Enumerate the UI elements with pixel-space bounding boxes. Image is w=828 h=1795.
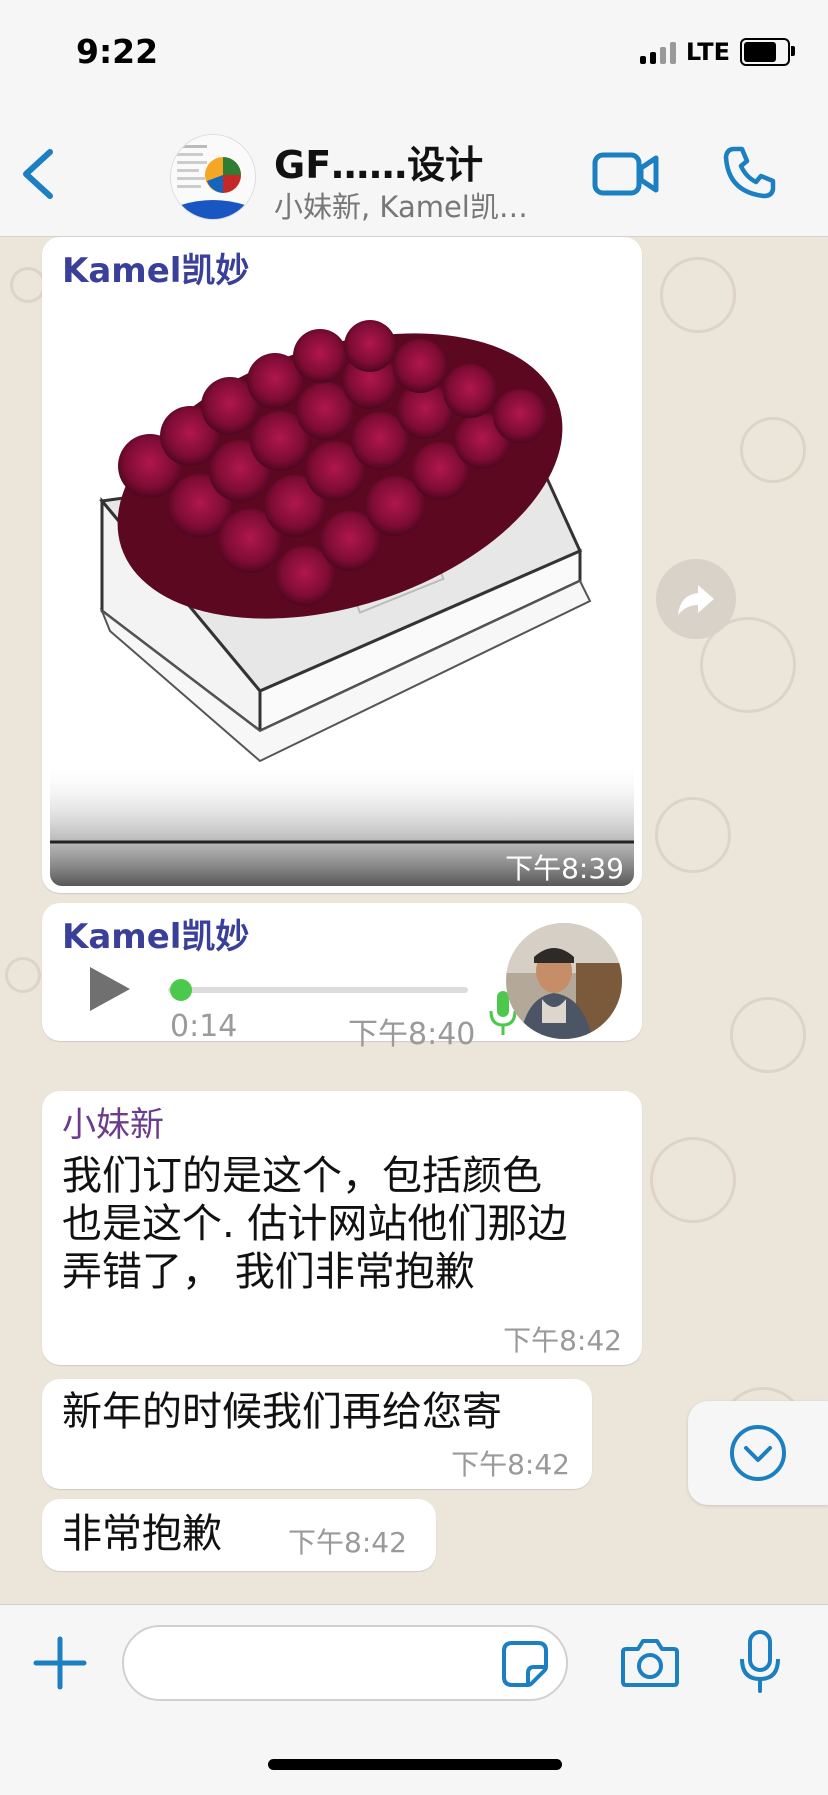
sender-avatar[interactable] bbox=[506, 923, 622, 1039]
status-time: 9:22 bbox=[76, 32, 159, 71]
forward-arrow-icon bbox=[678, 585, 714, 615]
wallpaper-doodle bbox=[660, 257, 736, 333]
group-avatar-image bbox=[171, 135, 255, 219]
chevron-down-icon bbox=[730, 1425, 786, 1481]
voice-duration: 0:14 bbox=[170, 1009, 238, 1044]
message-time: 下午8:42 bbox=[451, 1448, 570, 1481]
message-sender: Kamel凯妙 bbox=[62, 917, 250, 957]
home-indicator bbox=[268, 1759, 562, 1770]
back-chevron-icon[interactable] bbox=[18, 148, 58, 200]
message-bubble-voice[interactable]: Kamel凯妙 0:14 下午8:40 bbox=[42, 903, 642, 1052]
photo-attachment[interactable] bbox=[50, 301, 634, 886]
message-text-line: 也是这个. 估计网站他们那边 bbox=[62, 1201, 568, 1247]
play-icon[interactable] bbox=[88, 965, 132, 1013]
message-sender: 小妹新 bbox=[62, 1105, 164, 1145]
message-bubble-text[interactable]: 非常抱歉 下午8:42 bbox=[42, 1499, 436, 1571]
message-text-line: 弄错了， 我们非常抱歉 bbox=[62, 1249, 475, 1295]
chat-members[interactable]: 小妹新, Kamel凯… bbox=[274, 184, 528, 226]
message-text-line: 我们订的是这个，包括颜色 bbox=[62, 1153, 542, 1199]
camera-icon[interactable] bbox=[620, 1635, 680, 1689]
message-text-line: 新年的时候我们再给您寄 bbox=[62, 1389, 502, 1435]
wallpaper-doodle bbox=[5, 957, 41, 993]
rose-box-photo bbox=[50, 301, 634, 886]
plus-icon[interactable] bbox=[32, 1635, 88, 1691]
chat-header: GF……设计 小妹新, Kamel凯… bbox=[0, 100, 828, 237]
signal-icon bbox=[639, 40, 676, 64]
video-call-icon[interactable] bbox=[592, 150, 660, 198]
network-type: LTE bbox=[685, 38, 730, 66]
wallpaper-doodle bbox=[650, 1137, 736, 1223]
chat-title[interactable]: GF……设计 bbox=[274, 134, 483, 189]
sticker-icon[interactable] bbox=[500, 1639, 550, 1689]
message-list[interactable]: Kamel凯妙 下午8:39 Kamel凯妙 0:14 下午8:40 小妹新 我… bbox=[0, 237, 828, 1603]
message-time: 下午8:42 bbox=[288, 1526, 407, 1559]
voice-call-icon[interactable] bbox=[722, 144, 778, 200]
message-bubble-text[interactable]: 新年的时候我们再给您寄 下午8:42 bbox=[42, 1379, 592, 1489]
wallpaper-doodle bbox=[10, 267, 46, 303]
wallpaper-doodle bbox=[740, 417, 806, 483]
forward-button[interactable] bbox=[656, 559, 736, 639]
message-sender: Kamel凯妙 bbox=[62, 251, 250, 291]
message-time: 下午8:40 bbox=[348, 1017, 476, 1052]
voice-progress-track[interactable] bbox=[168, 987, 468, 993]
battery-icon bbox=[740, 38, 795, 66]
status-bar: 9:22 LTE bbox=[0, 0, 828, 100]
status-indicators: LTE bbox=[639, 38, 795, 66]
message-time: 下午8:42 bbox=[503, 1324, 622, 1357]
wallpaper-doodle bbox=[655, 797, 731, 873]
group-avatar[interactable] bbox=[170, 134, 256, 220]
message-composer bbox=[0, 1604, 828, 1795]
message-time: 下午8:39 bbox=[505, 852, 624, 885]
wallpaper-doodle bbox=[730, 997, 806, 1073]
microphone-icon[interactable] bbox=[738, 1629, 782, 1695]
message-bubble-image[interactable]: Kamel凯妙 下午8:39 bbox=[42, 237, 642, 893]
scroll-to-bottom-button[interactable] bbox=[688, 1401, 828, 1505]
sender-photo bbox=[506, 923, 622, 1039]
voice-progress-thumb[interactable] bbox=[170, 979, 192, 1001]
message-bubble-text[interactable]: 小妹新 我们订的是这个，包括颜色 也是这个. 估计网站他们那边 弄错了， 我们非… bbox=[42, 1091, 642, 1365]
message-text-line: 非常抱歉 bbox=[62, 1511, 222, 1557]
